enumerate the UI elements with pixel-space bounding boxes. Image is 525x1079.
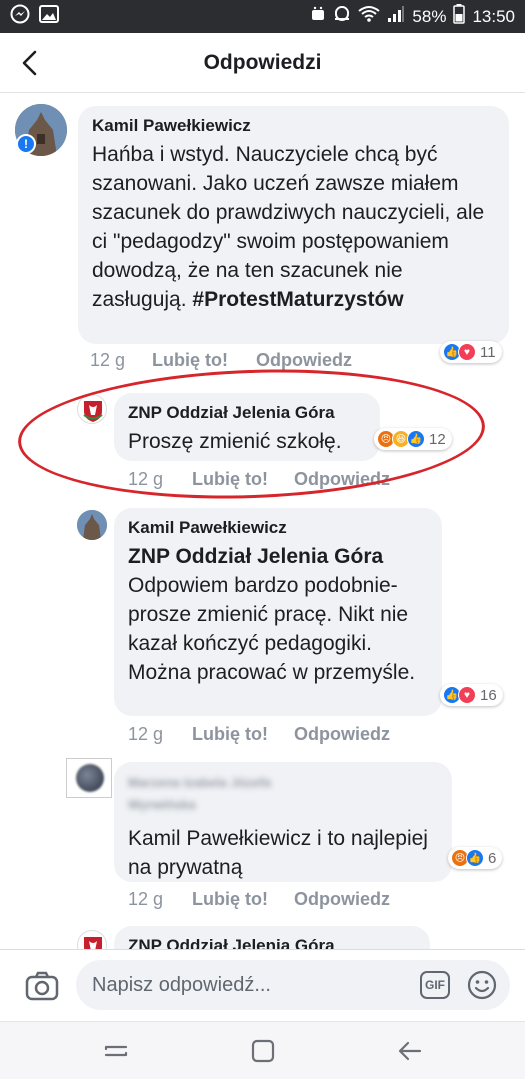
battery-percent: 58%: [412, 6, 447, 26]
gallery-icon: [39, 5, 59, 28]
love-reaction-icon: ♥: [458, 686, 476, 704]
hashtag-link[interactable]: #ProtestMaturzystów: [192, 288, 403, 311]
like-button[interactable]: Lubię to!: [192, 889, 294, 910]
mention-link[interactable]: ZNP Oddział Jelenia Góra: [128, 542, 428, 571]
back-arrow-icon: [22, 50, 37, 76]
comment-time: 12 g: [128, 889, 164, 909]
comment-text: Hańba i wstyd. Nauczyciele chcą być szan…: [92, 143, 485, 311]
avatar[interactable]: [77, 510, 107, 540]
android-icon: [310, 5, 326, 28]
back-nav-icon: [398, 1041, 422, 1061]
reply-button[interactable]: Odpowiedz: [256, 350, 352, 371]
comment-author[interactable]: ZNP Oddział Jelenia Góra: [128, 936, 416, 949]
android-nav-bar: [0, 1021, 525, 1079]
comment-time: 12 g: [90, 350, 126, 370]
gif-button[interactable]: GIF: [420, 971, 450, 999]
back-nav-button[interactable]: [396, 1037, 424, 1065]
avatar[interactable]: [77, 930, 107, 949]
reply-button[interactable]: Odpowiedz: [294, 724, 390, 745]
comment-actions: 12 g Lubię to! Odpowiedz: [90, 350, 352, 371]
header: Odpowiedzi: [0, 33, 525, 93]
comment-author[interactable]: Kamil Pawełkiewicz: [128, 518, 428, 538]
reactions-summary[interactable]: 👍 ♥ 16: [440, 684, 503, 706]
home-button[interactable]: [249, 1037, 277, 1065]
alarm-icon: [333, 5, 351, 28]
camera-button[interactable]: [24, 968, 60, 1004]
comment-actions: 12 g Lubię to! Odpowiedz: [128, 724, 390, 745]
status-bar: 58% 13:50: [0, 0, 525, 33]
info-badge-icon: !: [16, 134, 36, 154]
like-button[interactable]: Lubię to!: [192, 724, 294, 745]
reaction-count: 16: [480, 686, 497, 704]
emoji-button[interactable]: [466, 969, 498, 1001]
comment-bubble[interactable]: Kamil Pawełkiewicz Hańba i wstyd. Nauczy…: [78, 106, 509, 344]
signal-icon: [387, 5, 405, 28]
like-reaction-icon: 👍: [466, 849, 484, 867]
avatar[interactable]: [66, 758, 112, 798]
page-title: Odpowiedzi: [203, 50, 322, 74]
comment-bubble[interactable]: ZNP Oddział Jelenia Góra: [114, 926, 430, 949]
home-icon: [251, 1039, 275, 1063]
comment-bubble[interactable]: Kamil Pawełkiewicz ZNP Oddział Jelenia G…: [114, 508, 442, 716]
wifi-icon: [358, 5, 381, 28]
reactions-summary[interactable]: 😠 👍 6: [448, 847, 503, 869]
like-button[interactable]: Lubię to!: [152, 350, 256, 371]
comment-author[interactable]: Kamil Pawełkiewicz: [92, 116, 495, 136]
reply-input-wrapper[interactable]: GIF: [76, 960, 510, 1010]
camera-icon: [25, 971, 59, 1001]
reply-button[interactable]: Odpowiedz: [294, 889, 390, 910]
comment-bubble[interactable]: Marzena Izabela Józefa Wyrwińska Kamil P…: [114, 762, 452, 882]
comment-actions: 12 g Lubię to! Odpowiedz: [128, 889, 390, 910]
reactions-summary[interactable]: 👍 ♥ 11: [440, 341, 502, 363]
back-button[interactable]: [14, 45, 44, 81]
reaction-count: 6: [488, 849, 497, 867]
comment-thread[interactable]: ! Kamil Pawełkiewicz Hańba i wstyd. Nauc…: [0, 94, 525, 949]
reply-input[interactable]: [92, 973, 402, 997]
clock: 13:50: [472, 6, 515, 26]
reply-composer: GIF: [0, 949, 525, 1021]
smiley-icon: [467, 970, 497, 1000]
comment-text: Kamil Pawełkiewicz i to najlepiej na pry…: [128, 827, 428, 879]
comment-author[interactable]: Marzena Izabela Józefa Wyrwińska: [128, 772, 298, 820]
messenger-icon: [10, 4, 30, 29]
recent-apps-button[interactable]: [102, 1037, 130, 1065]
recent-apps-icon: [104, 1045, 128, 1057]
reaction-count: 11: [480, 343, 496, 361]
battery-icon: [453, 4, 466, 29]
comment-time: 12 g: [128, 724, 164, 744]
comment-text: Odpowiem bardzo podobnie- prosze zmienić…: [128, 574, 416, 684]
highlight-annotation: [15, 361, 488, 507]
love-reaction-icon: ♥: [458, 343, 476, 361]
